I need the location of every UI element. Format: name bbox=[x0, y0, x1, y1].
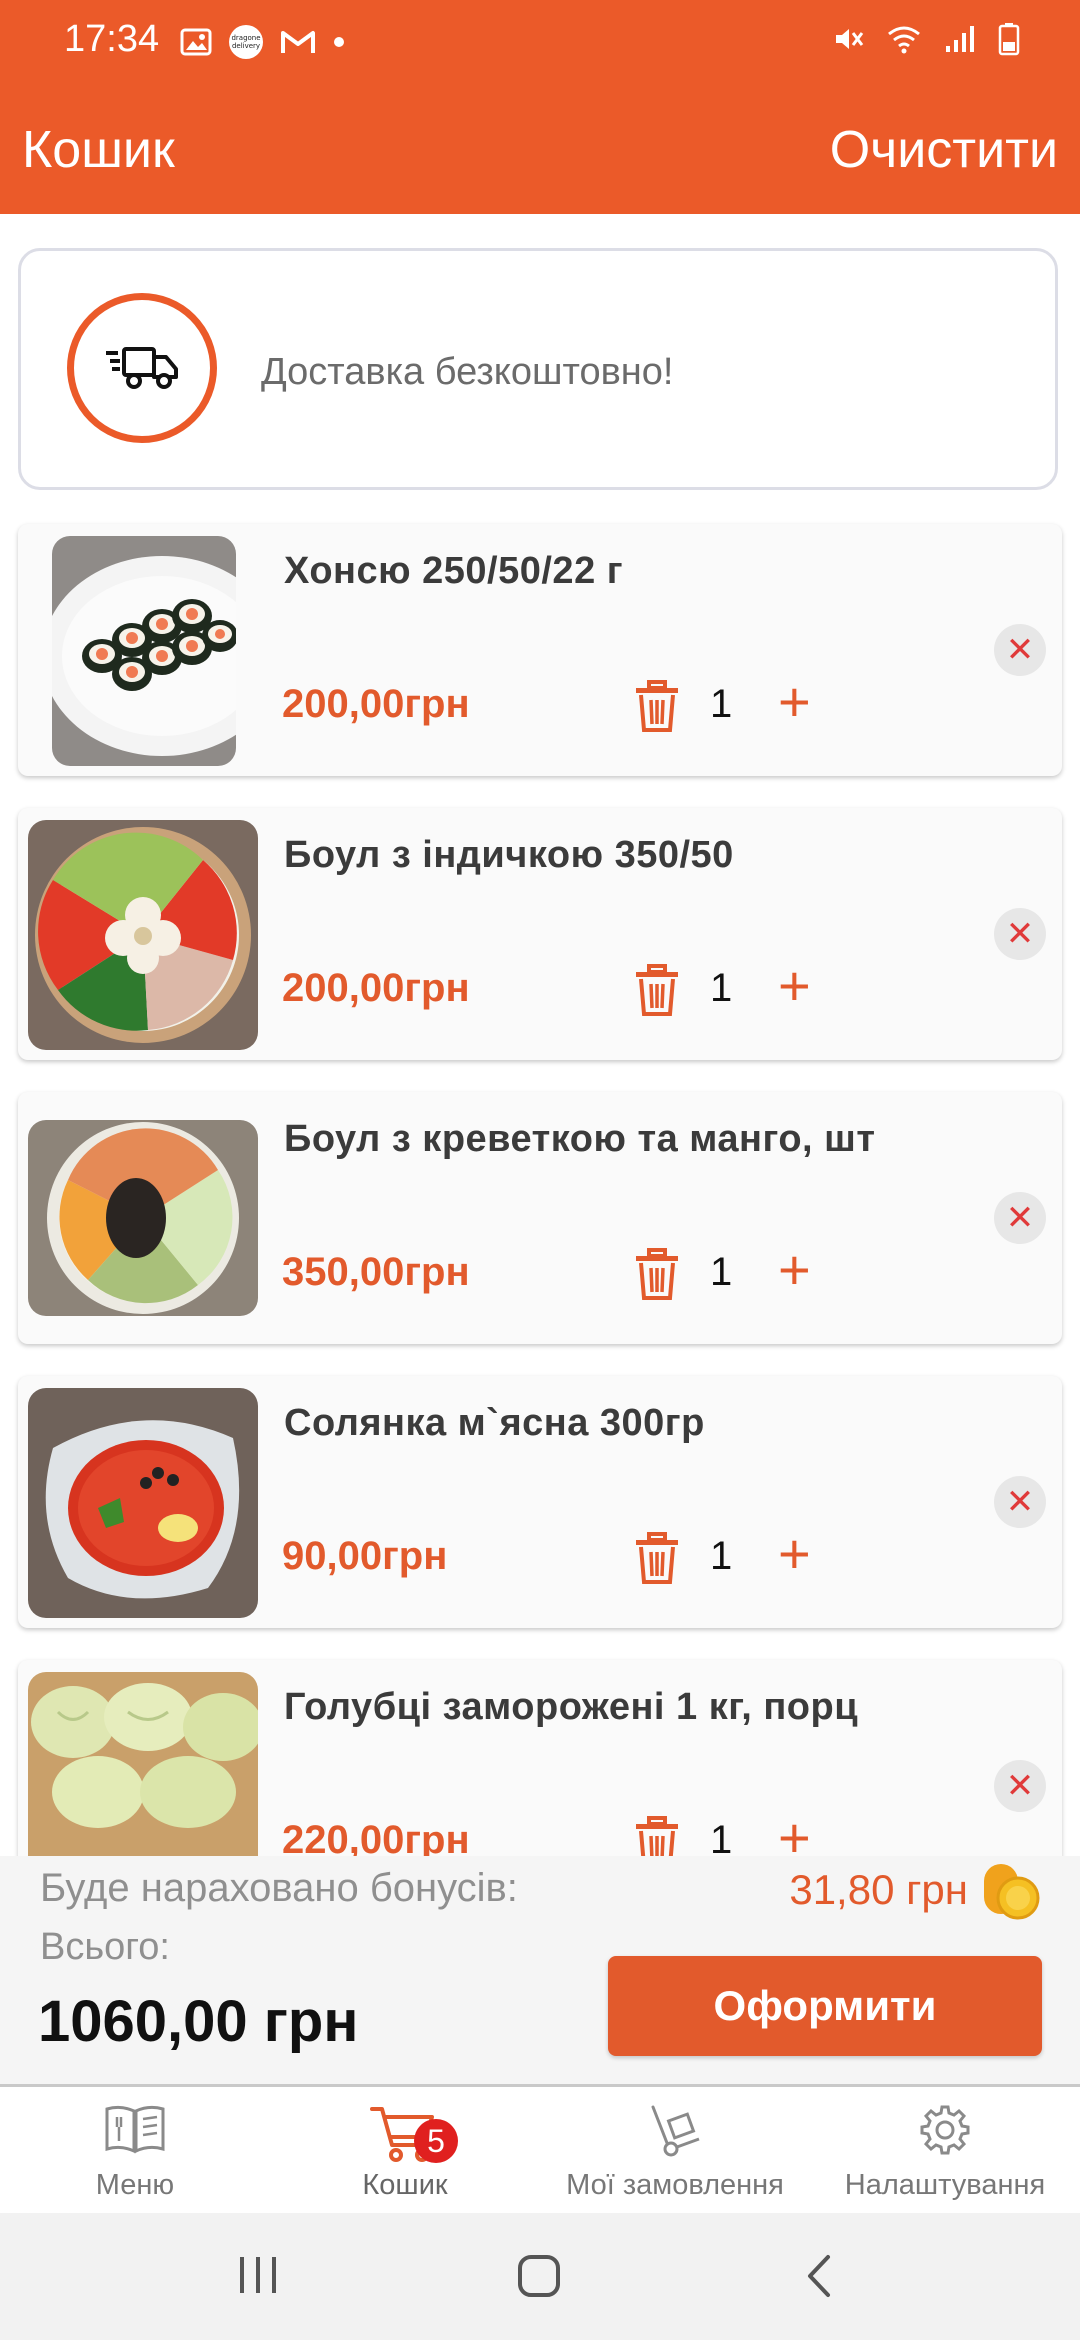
close-icon: ✕ bbox=[1005, 631, 1035, 669]
trash-icon[interactable] bbox=[632, 964, 682, 1018]
delivery-truck-badge bbox=[67, 293, 217, 443]
status-system-icons bbox=[832, 22, 1020, 56]
item-price: 90,00грн bbox=[282, 1534, 448, 1578]
remove-item-button[interactable]: ✕ bbox=[994, 1192, 1046, 1244]
close-icon: ✕ bbox=[1005, 1767, 1035, 1805]
menu-book-icon bbox=[105, 2105, 165, 2154]
total-label: Всього: bbox=[40, 1926, 170, 1968]
cart-item: Боул з індичкою 350/50 200,00грн 1 + ✕ bbox=[18, 808, 1062, 1060]
status-bar: 17:34 dragone delivery bbox=[0, 0, 1080, 80]
increase-quantity-button[interactable]: + bbox=[778, 958, 811, 1014]
trash-icon[interactable] bbox=[632, 1532, 682, 1586]
system-navigation-bar bbox=[0, 2213, 1080, 2340]
delivery-truck-icon bbox=[106, 347, 178, 389]
item-quantity: 1 bbox=[710, 1250, 733, 1294]
bottom-tab-bar: Меню 5 Кошик Мої замовлення Налаштування bbox=[0, 2087, 1080, 2213]
item-name: Хонсю 250/50/22 г bbox=[284, 550, 624, 592]
tab-my-orders[interactable]: Мої замовлення bbox=[540, 2087, 810, 2213]
tab-label: Мої замовлення bbox=[566, 2169, 784, 2201]
increase-quantity-button[interactable]: + bbox=[778, 1242, 811, 1298]
item-name: Боул з креветкою та манго, шт bbox=[284, 1118, 876, 1160]
back-icon[interactable] bbox=[804, 2253, 834, 2299]
tab-menu[interactable]: Меню bbox=[0, 2087, 270, 2213]
checkout-button[interactable]: Оформити bbox=[608, 1956, 1042, 2056]
gmail-icon bbox=[281, 31, 315, 53]
status-time: 17:34 bbox=[64, 18, 160, 60]
close-icon: ✕ bbox=[1005, 1483, 1035, 1521]
trash-icon[interactable] bbox=[632, 1248, 682, 1302]
cabbage-rolls-image bbox=[28, 1672, 258, 1856]
cart-item-list[interactable]: Хонсю 250/50/22 г 200,00грн 1 + ✕ Боул з… bbox=[0, 520, 1080, 1856]
item-price: 220,00грн bbox=[282, 1818, 470, 1856]
item-price: 200,00грн bbox=[282, 682, 470, 726]
item-name: Голубці заморожені 1 кг, порц bbox=[284, 1686, 859, 1728]
remove-item-button[interactable]: ✕ bbox=[994, 1476, 1046, 1528]
trash-icon[interactable] bbox=[632, 680, 682, 734]
clear-cart-button[interactable]: Очистити bbox=[830, 120, 1058, 180]
svg-text:dragone: dragone bbox=[231, 34, 260, 42]
cart-item: Голубці заморожені 1 кг, порц 220,00грн … bbox=[18, 1660, 1062, 1856]
item-name: Боул з індичкою 350/50 bbox=[284, 834, 734, 876]
cart-item: Хонсю 250/50/22 г 200,00грн 1 + ✕ bbox=[18, 524, 1062, 776]
recent-apps-icon[interactable] bbox=[236, 2253, 280, 2297]
coins-icon bbox=[984, 1864, 1040, 1920]
sushi-roll-image bbox=[52, 536, 236, 766]
hand-truck-icon bbox=[651, 2105, 700, 2157]
increase-quantity-button[interactable]: + bbox=[778, 1810, 811, 1857]
bonus-label: Буде нараховано бонусів: bbox=[40, 1866, 518, 1910]
remove-item-button[interactable]: ✕ bbox=[994, 624, 1046, 676]
home-icon[interactable] bbox=[516, 2253, 562, 2299]
shrimp-mango-bowl-image bbox=[28, 1120, 258, 1316]
gallery-icon bbox=[180, 28, 212, 56]
close-icon: ✕ bbox=[1005, 915, 1035, 953]
tab-cart[interactable]: 5 Кошик bbox=[270, 2087, 540, 2213]
tab-label: Налаштування bbox=[844, 2169, 1046, 2201]
trash-icon[interactable] bbox=[632, 1816, 682, 1856]
cart-item: Боул з креветкою та манго, шт 350,00грн … bbox=[18, 1092, 1062, 1344]
item-quantity: 1 bbox=[710, 682, 733, 726]
tab-label: Меню bbox=[95, 2169, 175, 2201]
cart-item: Солянка м`ясна 300гр 90,00грн 1 + ✕ bbox=[18, 1376, 1062, 1628]
gear-icon bbox=[920, 2105, 970, 2155]
dot-icon bbox=[334, 37, 344, 47]
item-name: Солянка м`ясна 300гр bbox=[284, 1402, 705, 1444]
page-title: Кошик bbox=[22, 121, 175, 179]
battery-icon bbox=[998, 23, 1020, 56]
status-notification-icons: dragone delivery bbox=[180, 24, 346, 60]
item-quantity: 1 bbox=[710, 1818, 733, 1856]
tab-label: Кошик bbox=[362, 2169, 448, 2201]
item-price: 350,00грн bbox=[282, 1250, 470, 1294]
delivery-banner: Доставка безкоштовно! bbox=[18, 248, 1058, 490]
bonus-value: 31,80 грн bbox=[789, 1866, 968, 1913]
total-value: 1060,00 грн bbox=[38, 1989, 359, 2054]
order-summary: Буде нараховано бонусів: 31,80 грн Всьог… bbox=[0, 1856, 1080, 2084]
wifi-icon bbox=[888, 26, 920, 54]
signal-icon bbox=[946, 26, 974, 52]
cart-count-badge: 5 bbox=[414, 2119, 458, 2163]
tab-settings[interactable]: Налаштування bbox=[810, 2087, 1080, 2213]
item-quantity: 1 bbox=[710, 966, 733, 1010]
delivery-logo-icon: dragonedelivery bbox=[229, 25, 263, 59]
increase-quantity-button[interactable]: + bbox=[778, 674, 811, 730]
turkey-bowl-image bbox=[28, 820, 258, 1050]
item-price: 200,00грн bbox=[282, 966, 470, 1010]
item-quantity: 1 bbox=[710, 1534, 733, 1578]
close-icon: ✕ bbox=[1005, 1199, 1035, 1237]
mute-icon bbox=[836, 29, 864, 49]
remove-item-button[interactable]: ✕ bbox=[994, 908, 1046, 960]
solyanka-soup-image bbox=[28, 1388, 258, 1618]
app-bar: Кошик Очистити bbox=[0, 80, 1080, 214]
remove-item-button[interactable]: ✕ bbox=[994, 1760, 1046, 1812]
svg-text:delivery: delivery bbox=[232, 42, 260, 50]
increase-quantity-button[interactable]: + bbox=[778, 1526, 811, 1582]
delivery-text: Доставка безкоштовно! bbox=[261, 351, 674, 393]
